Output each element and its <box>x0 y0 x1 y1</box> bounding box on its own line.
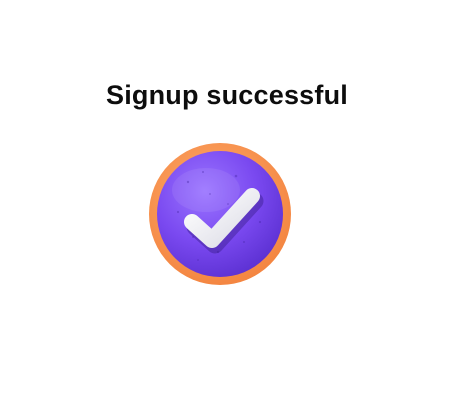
success-title: Signup successful <box>106 80 348 110</box>
check-icon <box>149 143 291 285</box>
success-badge <box>148 142 292 286</box>
signup-success-screen: Signup successful <box>0 0 454 400</box>
